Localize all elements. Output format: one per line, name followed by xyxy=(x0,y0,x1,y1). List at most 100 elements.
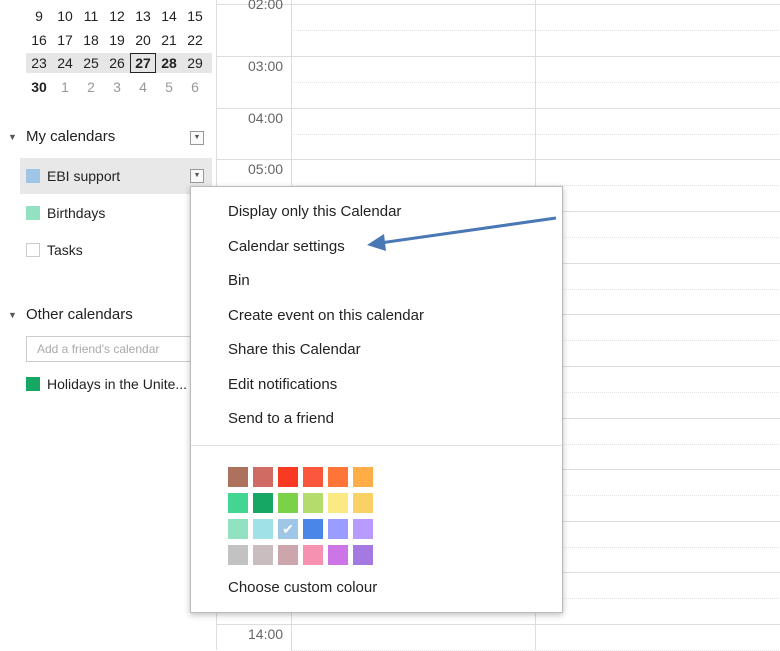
menu-item[interactable]: Edit notifications xyxy=(228,376,337,393)
calendar-item-label: Birthdays xyxy=(47,205,106,221)
color-swatch[interactable] xyxy=(253,493,273,513)
hour-line xyxy=(217,108,780,109)
mini-calendar-week: 30 1 2 3 4 5 6 xyxy=(26,77,212,97)
hour-line xyxy=(217,4,780,5)
mini-calendar-day[interactable]: 1 xyxy=(52,77,78,97)
mini-calendar-day[interactable]: 26 xyxy=(104,53,130,73)
mini-calendar-week: 9 10 11 12 13 14 15 xyxy=(26,6,212,26)
mini-calendar-day[interactable]: 10 xyxy=(52,6,78,26)
half-hour-line xyxy=(291,82,780,83)
menu-item[interactable]: Display only this Calendar xyxy=(228,203,401,220)
color-swatch[interactable] xyxy=(353,493,373,513)
mini-calendar-day[interactable]: 24 xyxy=(52,53,78,73)
calendar-color-swatch[interactable] xyxy=(26,169,40,183)
mini-calendar-day[interactable]: 11 xyxy=(78,6,104,26)
choose-custom-colour-item[interactable]: Choose custom colour xyxy=(228,579,377,596)
mini-calendar-day[interactable]: 17 xyxy=(52,30,78,50)
menu-item[interactable]: Calendar settings xyxy=(228,238,345,255)
color-swatch[interactable] xyxy=(228,493,248,513)
calendar-item-label: EBI support xyxy=(47,168,121,184)
time-label: 04:00 xyxy=(248,110,284,126)
mini-calendar-day[interactable]: 20 xyxy=(130,30,156,50)
menu-item[interactable]: Create event on this calendar xyxy=(228,307,424,324)
mini-calendar-day[interactable]: 29 xyxy=(182,53,208,73)
color-swatch[interactable] xyxy=(303,493,323,513)
mini-calendar-day[interactable]: 13 xyxy=(130,6,156,26)
menu-item[interactable]: Share this Calendar xyxy=(228,341,361,358)
collapse-triangle-icon: ▼ xyxy=(8,309,17,320)
color-swatch[interactable] xyxy=(228,467,248,487)
color-swatch[interactable] xyxy=(253,545,273,565)
calendar-item-label: Tasks xyxy=(47,242,83,258)
calendar-item[interactable]: Tasks xyxy=(20,232,212,268)
time-label: 14:00 xyxy=(248,626,284,642)
color-swatch[interactable] xyxy=(278,493,298,513)
color-swatch[interactable] xyxy=(328,493,348,513)
mini-calendar-day[interactable]: 19 xyxy=(104,30,130,50)
calendar-color-swatch[interactable] xyxy=(26,206,40,220)
mini-calendar-day[interactable]: 16 xyxy=(26,30,52,50)
my-calendars-heading: My calendars xyxy=(26,128,116,145)
other-calendars-heading: Other calendars xyxy=(26,306,133,323)
color-swatch[interactable] xyxy=(328,519,348,539)
hour-line xyxy=(217,159,780,160)
checkmark-icon: ✔ xyxy=(282,521,294,537)
add-friend-calendar-input[interactable]: Add a friend's calendar xyxy=(26,336,194,362)
color-swatch[interactable] xyxy=(303,467,323,487)
mini-calendar-day[interactable]: 25 xyxy=(78,53,104,73)
mini-calendar-week: 23 24 25 26 27 28 29 xyxy=(26,53,212,73)
color-swatch[interactable] xyxy=(303,519,323,539)
mini-calendar-day[interactable]: 9 xyxy=(26,6,52,26)
color-swatch[interactable] xyxy=(278,545,298,565)
calendar-item[interactable]: EBI support xyxy=(20,158,212,194)
mini-calendar-day[interactable]: 2 xyxy=(78,77,104,97)
color-swatch[interactable] xyxy=(328,545,348,565)
mini-calendar-day[interactable]: 12 xyxy=(104,6,130,26)
half-hour-line xyxy=(291,30,780,31)
menu-separator xyxy=(191,445,562,446)
mini-calendar-day[interactable]: 14 xyxy=(156,6,182,26)
color-swatch[interactable] xyxy=(228,545,248,565)
color-swatch[interactable] xyxy=(303,545,323,565)
collapse-triangle-icon: ▼ xyxy=(8,131,17,142)
mini-calendar-day[interactable]: 5 xyxy=(156,77,182,97)
mini-calendar-day[interactable]: 28 xyxy=(156,53,182,73)
calendar-item[interactable]: Holidays in the Unite... xyxy=(20,366,190,402)
mini-calendar-day[interactable]: 3 xyxy=(104,77,130,97)
sidebar: 9 10 11 12 13 14 15 16 17 18 19 20 21 22 23 24 25 26 27 28 2… xyxy=(0,0,216,650)
color-swatch[interactable] xyxy=(353,467,373,487)
other-calendars-header[interactable]: ▼ Other calendars xyxy=(8,306,133,323)
mini-calendar-day[interactable]: 21 xyxy=(156,30,182,50)
hour-line xyxy=(217,624,780,625)
mini-calendar-day[interactable]: 4 xyxy=(130,77,156,97)
mini-calendar-week: 16 17 18 19 20 21 22 xyxy=(26,30,212,50)
color-swatch[interactable] xyxy=(328,467,348,487)
hour-line xyxy=(217,56,780,57)
my-calendars-header[interactable]: ▼ My calendars xyxy=(8,128,115,145)
mini-calendar-day[interactable]: 15 xyxy=(182,6,208,26)
mini-calendar-today[interactable]: 27 xyxy=(130,53,156,73)
color-swatch[interactable] xyxy=(353,545,373,565)
color-swatch[interactable] xyxy=(253,519,273,539)
mini-calendar-day[interactable]: 18 xyxy=(78,30,104,50)
half-hour-line xyxy=(291,134,780,135)
time-label: 03:00 xyxy=(248,58,284,74)
mini-calendar-day[interactable]: 6 xyxy=(182,77,208,97)
color-swatch[interactable] xyxy=(278,467,298,487)
calendar-item[interactable]: Birthdays xyxy=(20,195,212,231)
mini-calendar-day[interactable]: 22 xyxy=(182,30,208,50)
color-swatch[interactable]: ✔ xyxy=(278,519,298,539)
color-swatch[interactable] xyxy=(353,519,373,539)
ebi-support-menu-button[interactable]: ▼ xyxy=(190,169,204,183)
my-calendars-menu-button[interactable]: ▼ xyxy=(190,131,204,145)
mini-calendar-day[interactable]: 23 xyxy=(26,53,52,73)
color-swatch[interactable] xyxy=(228,519,248,539)
color-swatch[interactable] xyxy=(253,467,273,487)
calendar-item-label: Holidays in the Unite... xyxy=(47,376,188,392)
mini-calendar-day[interactable]: 30 xyxy=(26,77,52,97)
calendar-color-swatch[interactable] xyxy=(26,243,40,257)
menu-item[interactable]: Bin xyxy=(228,272,250,289)
calendar-color-swatch[interactable] xyxy=(26,377,40,391)
time-label: 05:00 xyxy=(248,161,284,177)
menu-item[interactable]: Send to a friend xyxy=(228,410,334,427)
